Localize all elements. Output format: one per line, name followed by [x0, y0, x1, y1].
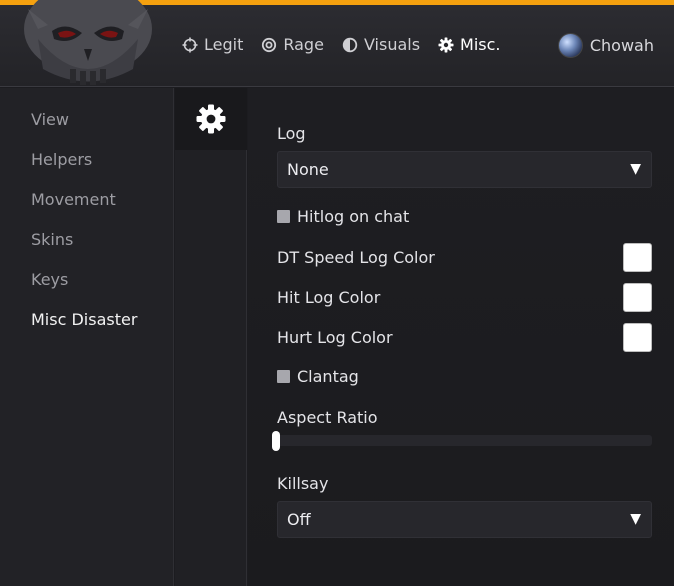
clantag-label: Clantag	[297, 367, 359, 386]
avatar-icon	[557, 33, 583, 58]
log-label: Log	[277, 124, 306, 143]
tab-rage[interactable]: Rage	[261, 35, 324, 54]
settings-panel: Log None ▼ Hitlog on chat DT Speed Log C…	[248, 88, 674, 586]
sidebar-item-helpers[interactable]: Helpers	[31, 150, 92, 169]
gear-icon	[438, 37, 454, 52]
clantag-row[interactable]: Clantag	[277, 367, 359, 386]
tab-legit[interactable]: Legit	[182, 35, 243, 54]
skull-logo-icon	[24, 0, 152, 85]
aspect-ratio-label: Aspect Ratio	[277, 408, 378, 427]
subtab-settings[interactable]	[175, 88, 247, 150]
main-nav: Legit Rage Visuals Misc.	[182, 35, 501, 54]
tab-misc-label: Misc.	[460, 35, 501, 54]
chevron-down-icon: ▼	[630, 511, 641, 527]
dt-speed-log-color-label: DT Speed Log Color	[277, 248, 435, 267]
tab-visuals-label: Visuals	[363, 35, 421, 54]
tab-rage-label: Rage	[283, 35, 324, 54]
dt-speed-log-color-swatch[interactable]	[623, 243, 652, 272]
aspect-ratio-slider[interactable]	[277, 435, 652, 446]
hitlog-on-chat-row[interactable]: Hitlog on chat	[277, 207, 409, 226]
hit-log-color-label: Hit Log Color	[277, 288, 381, 307]
sidebar-item-view[interactable]: View	[31, 110, 69, 129]
sidebar-item-movement[interactable]: Movement	[31, 190, 116, 209]
gear-icon	[196, 104, 226, 134]
hitlog-on-chat-label: Hitlog on chat	[297, 207, 410, 226]
sidebar-item-misc-disaster[interactable]: Misc Disaster	[31, 310, 137, 329]
hurt-log-color-swatch[interactable]	[623, 323, 652, 352]
half-circle-icon	[342, 37, 358, 52]
killsay-dropdown-value: Off	[287, 510, 311, 529]
hit-log-color-swatch[interactable]	[623, 283, 652, 312]
target-icon	[262, 37, 277, 52]
killsay-dropdown[interactable]: Off ▼	[277, 501, 652, 538]
tab-misc[interactable]: Misc.	[438, 35, 501, 54]
chevron-down-icon: ▼	[630, 161, 641, 177]
clantag-checkbox[interactable]	[277, 370, 290, 383]
crosshair-icon	[182, 37, 198, 52]
username: Chowah	[589, 36, 654, 55]
log-dropdown-value: None	[287, 160, 329, 179]
app-window: Legit Rage Visuals Misc. Chowah View Hel…	[0, 0, 674, 586]
tab-visuals[interactable]: Visuals	[342, 35, 420, 54]
aspect-ratio-slider-handle[interactable]	[272, 431, 280, 451]
subtab-column	[175, 88, 247, 586]
sidebar-item-keys[interactable]: Keys	[31, 270, 68, 289]
sidebar-item-skins[interactable]: Skins	[31, 230, 73, 249]
hitlog-on-chat-checkbox[interactable]	[277, 210, 290, 223]
header: Legit Rage Visuals Misc. Chowah	[0, 0, 674, 87]
hurt-log-color-label: Hurt Log Color	[277, 328, 393, 347]
user-profile[interactable]: Chowah	[557, 33, 654, 58]
log-dropdown[interactable]: None ▼	[277, 151, 652, 188]
killsay-label: Killsay	[277, 474, 329, 493]
tab-legit-label: Legit	[204, 35, 244, 54]
sidebar: View Helpers Movement Skins Keys Misc Di…	[0, 88, 174, 586]
